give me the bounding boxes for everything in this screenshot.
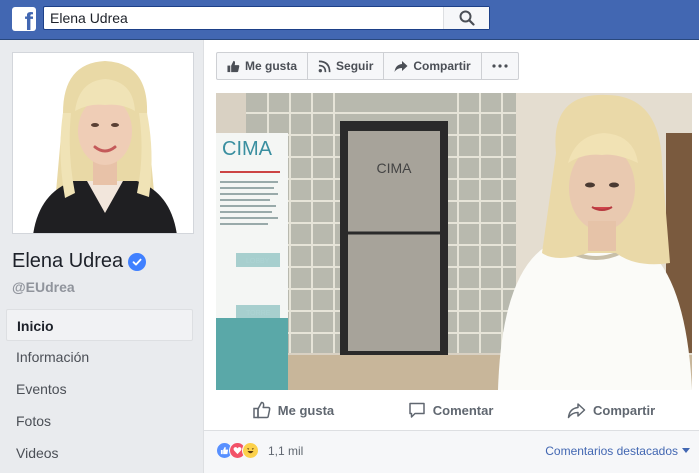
nav-item-informacion[interactable]: Información bbox=[6, 341, 193, 373]
door-sign-text: CIMA bbox=[377, 160, 413, 176]
post-actions-bar: Me gusta Comentar Compartir bbox=[216, 393, 692, 427]
page-share-button[interactable]: Compartir bbox=[384, 53, 482, 79]
thumbs-up-outline-icon bbox=[253, 401, 271, 419]
post-like-label: Me gusta bbox=[277, 402, 335, 418]
search-input[interactable] bbox=[44, 7, 444, 29]
cover-photo[interactable]: CIMA CIMA LOBBY TORRE bbox=[216, 93, 692, 390]
rss-icon bbox=[318, 60, 331, 72]
chevron-down-icon bbox=[682, 448, 690, 453]
page-follow-label: Seguir bbox=[336, 59, 374, 73]
main-column: Me gusta Seguir Compartir CIMA CIMA Me g… bbox=[203, 40, 699, 473]
share-arrow-icon bbox=[394, 60, 408, 72]
thumbs-up-icon bbox=[227, 60, 240, 72]
search-button[interactable] bbox=[443, 7, 489, 29]
reaction-icons[interactable] bbox=[216, 442, 259, 459]
featured-comments-dropdown[interactable]: Comentarios destacados bbox=[545, 444, 690, 458]
page-actions-bar: Me gusta Seguir Compartir bbox=[216, 52, 519, 80]
post-share-button[interactable]: Compartir bbox=[567, 402, 655, 419]
nav-item-eventos[interactable]: Eventos bbox=[6, 373, 193, 405]
verified-badge-icon bbox=[128, 252, 147, 271]
search-box bbox=[43, 6, 490, 30]
nav-item-videos[interactable]: Videos bbox=[6, 437, 193, 469]
nav-item-inicio[interactable]: Inicio bbox=[6, 309, 193, 341]
share-outline-icon bbox=[567, 402, 586, 418]
more-dots-icon bbox=[492, 64, 508, 68]
facebook-logo[interactable]: f bbox=[12, 7, 36, 31]
page-handle[interactable]: @EUdrea bbox=[12, 279, 75, 295]
search-icon bbox=[459, 10, 475, 26]
post-like-button[interactable]: Me gusta bbox=[253, 401, 334, 419]
page-name-text: Elena Udrea bbox=[12, 250, 124, 272]
page-like-label: Me gusta bbox=[245, 59, 298, 73]
post-share-label: Compartir bbox=[593, 402, 656, 418]
more-options-button[interactable] bbox=[482, 53, 518, 79]
page-follow-button[interactable]: Seguir bbox=[308, 53, 385, 79]
cover-image: CIMA CIMA LOBBY TORRE bbox=[216, 93, 692, 390]
reaction-count[interactable]: 1,1 mil bbox=[268, 444, 303, 458]
haha-reaction-icon bbox=[242, 442, 259, 459]
left-column: Elena Udrea @EUdrea Inicio Información E… bbox=[0, 40, 203, 473]
reactions-bar: 1,1 mil Comentarios destacados bbox=[204, 430, 699, 473]
post-comment-label: Comentar bbox=[432, 402, 494, 418]
nav-item-fotos[interactable]: Fotos bbox=[6, 405, 193, 437]
page-share-label: Compartir bbox=[413, 59, 471, 73]
top-bar: f bbox=[0, 0, 699, 40]
profile-picture[interactable] bbox=[12, 52, 194, 234]
profile-photo bbox=[13, 53, 193, 233]
featured-comments-label: Comentarios destacados bbox=[545, 444, 678, 458]
page-nav: Inicio Información Eventos Fotos Videos bbox=[6, 309, 193, 469]
comment-icon bbox=[409, 402, 425, 418]
page-title[interactable]: Elena Udrea bbox=[12, 250, 147, 273]
post-comment-button[interactable]: Comentar bbox=[408, 401, 494, 419]
banner-sign-text: CIMA bbox=[222, 138, 273, 160]
page-like-button[interactable]: Me gusta bbox=[217, 53, 309, 79]
